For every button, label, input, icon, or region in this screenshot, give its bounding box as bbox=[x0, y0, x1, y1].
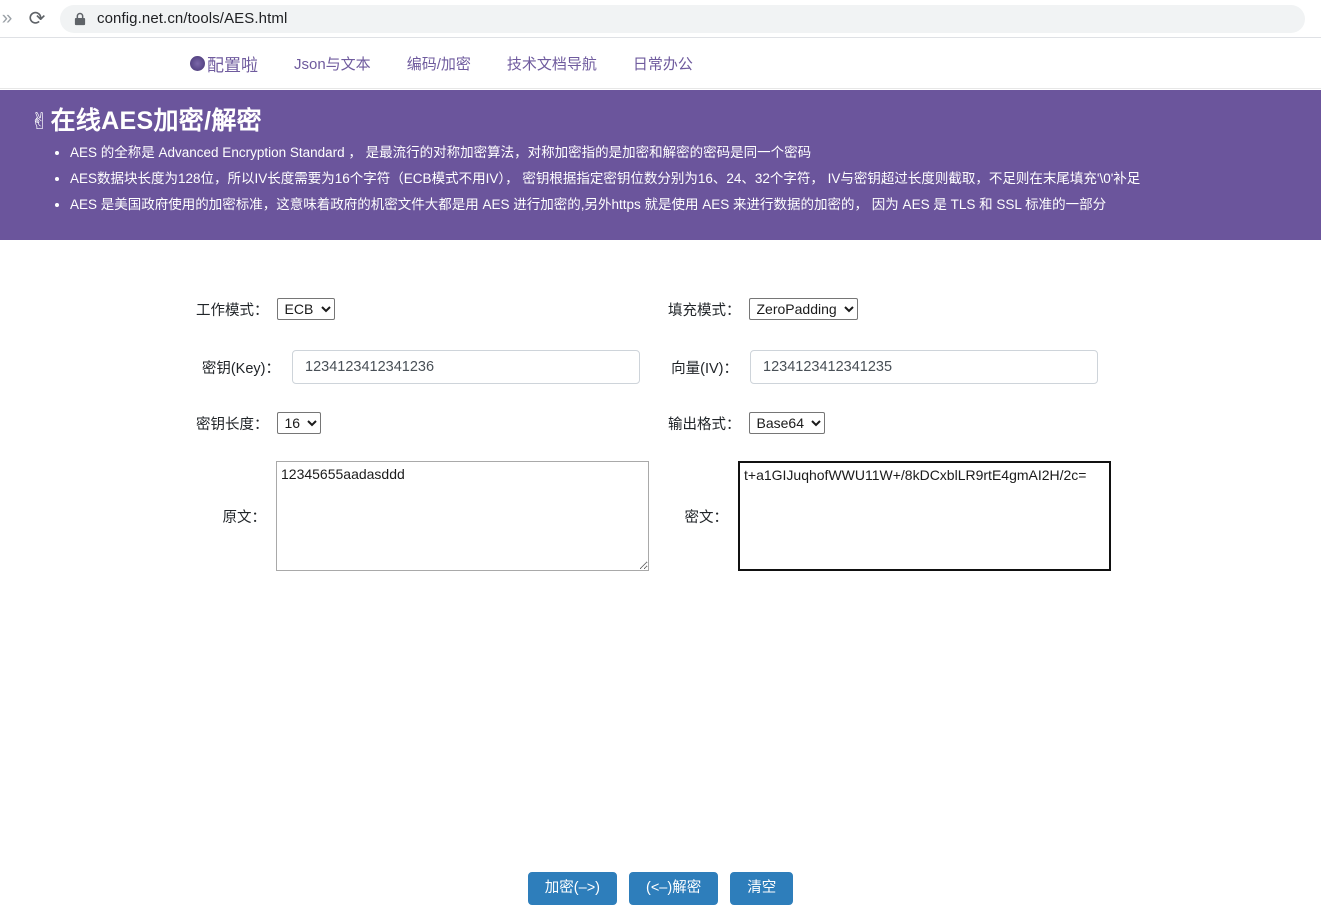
ciphertext-textarea[interactable] bbox=[738, 461, 1111, 571]
encrypt-button[interactable]: 加密(–>) bbox=[527, 872, 617, 905]
brand-label: 配置啦 bbox=[207, 56, 258, 75]
field-row-key: 密钥(Key)： bbox=[196, 350, 640, 384]
nav-inner: 配置啦 Json与文本 编码/加密 技术文档导航 日常办公 bbox=[190, 51, 693, 76]
iv-input[interactable] bbox=[750, 350, 1098, 384]
output-format-label: 输出格式： bbox=[668, 416, 741, 433]
field-row-output-format: 输出格式： Base64Hex bbox=[668, 412, 825, 434]
field-row-ciphertext: 密文： bbox=[668, 461, 1111, 571]
plaintext-textarea[interactable] bbox=[276, 461, 649, 571]
nav-link-tech-docs[interactable]: 技术文档导航 bbox=[507, 53, 597, 74]
banner-bullet: AES 的全称是 Advanced Encryption Standard ， … bbox=[70, 145, 1297, 161]
field-row-key-length: 密钥长度： 162432 bbox=[196, 412, 321, 434]
nav-link-json-text[interactable]: Json与文本 bbox=[294, 53, 371, 74]
field-row-work-mode: 工作模式： ECBCBCCFBOFBCTR bbox=[196, 298, 335, 320]
banner-bullet: AES数据块长度为128位，所以IV长度需要为16个字符（ECB模式不用IV），… bbox=[70, 171, 1297, 187]
work-mode-select[interactable]: ECBCBCCFBOFBCTR bbox=[276, 298, 335, 320]
field-row-plaintext: 原文： bbox=[196, 461, 649, 571]
padding-mode-select[interactable]: ZeroPaddingPkcs7Iso97971AnsiX923Iso10126… bbox=[748, 298, 858, 320]
iv-label: 向量(IV)： bbox=[671, 360, 738, 377]
banner-bullet: AES 是美国政府使用的加密标准，这意味着政府的机密文件大都是用 AES 进行加… bbox=[70, 197, 1297, 213]
work-mode-label: 工作模式： bbox=[196, 302, 269, 319]
key-length-label: 密钥长度： bbox=[196, 416, 269, 433]
clear-button[interactable]: 清空 bbox=[730, 872, 794, 905]
lock-icon bbox=[74, 12, 86, 25]
aes-tool-form: 工作模式： ECBCBCCFBOFBCTR 填充模式： ZeroPaddingP… bbox=[0, 240, 1321, 905]
reload-icon[interactable]: ⟳ bbox=[20, 9, 54, 29]
brand-logo-icon bbox=[190, 56, 205, 71]
forward-arrow-icon[interactable]: » bbox=[0, 9, 20, 28]
page-title-text: 在线AES加密/解密 bbox=[50, 107, 262, 135]
key-input[interactable] bbox=[292, 350, 640, 384]
action-button-bar: 加密(–>) (<–)解密 清空 bbox=[0, 872, 1321, 905]
url-text: config.net.cn/tools/AES.html bbox=[97, 10, 288, 27]
decrypt-button[interactable]: (<–)解密 bbox=[629, 872, 719, 905]
victory-hand-icon: ✌ bbox=[30, 107, 50, 134]
browser-chrome: » ⟳ config.net.cn/tools/AES.html bbox=[0, 0, 1321, 38]
field-row-iv: 向量(IV)： bbox=[668, 350, 1098, 384]
ciphertext-label: 密文： bbox=[684, 509, 729, 526]
page-banner: ✌ 在线AES加密/解密 AES 的全称是 Advanced Encryptio… bbox=[0, 90, 1321, 240]
key-length-select[interactable]: 162432 bbox=[276, 412, 321, 434]
plaintext-label: 原文： bbox=[222, 509, 267, 526]
padding-mode-label: 填充模式： bbox=[668, 302, 741, 319]
nav-link-daily-office[interactable]: 日常办公 bbox=[633, 53, 693, 74]
banner-description-list: AES 的全称是 Advanced Encryption Standard ， … bbox=[28, 145, 1297, 213]
output-format-select[interactable]: Base64Hex bbox=[748, 412, 825, 434]
site-navigation-bar: 配置啦 Json与文本 编码/加密 技术文档导航 日常办公 bbox=[0, 39, 1321, 89]
nav-link-encoding-encryption[interactable]: 编码/加密 bbox=[407, 53, 471, 74]
field-row-padding-mode: 填充模式： ZeroPaddingPkcs7Iso97971AnsiX923Is… bbox=[668, 298, 858, 320]
site-brand-link[interactable]: 配置啦 bbox=[190, 51, 258, 76]
address-bar[interactable]: config.net.cn/tools/AES.html bbox=[60, 4, 1305, 33]
key-label: 密钥(Key)： bbox=[201, 360, 280, 377]
page-title: ✌ 在线AES加密/解密 bbox=[30, 106, 1297, 136]
